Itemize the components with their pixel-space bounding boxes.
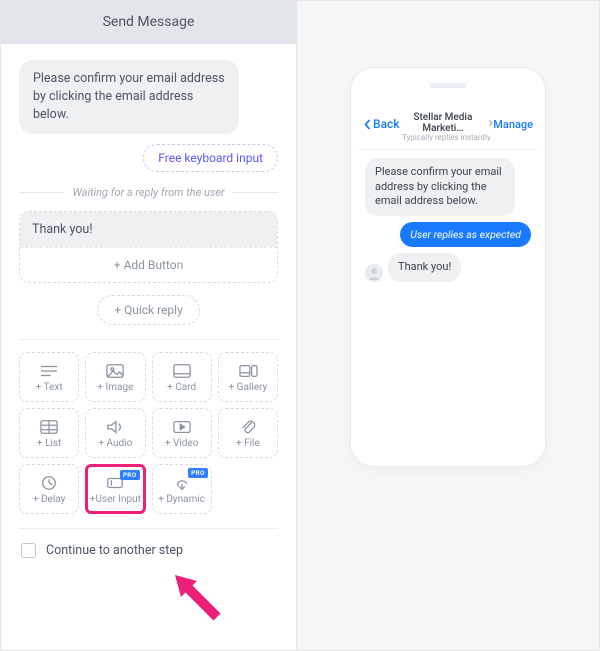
phone-screen: Back Stellar Media Marketi… Typically re… (357, 102, 539, 460)
block-user-input[interactable]: PRO +User Input (85, 464, 145, 514)
avatar-icon (367, 266, 381, 280)
delay-icon (38, 474, 60, 492)
video-icon (171, 418, 193, 436)
block-dynamic[interactable]: PRO + Dynamic (152, 464, 212, 514)
add-button[interactable]: + Add Button (20, 247, 277, 282)
gallery-icon (237, 362, 259, 380)
block-list[interactable]: + List (19, 408, 79, 458)
manage-button[interactable]: Manage (493, 118, 533, 131)
block-audio[interactable]: + Audio (85, 408, 145, 458)
block-file[interactable]: + File (218, 408, 278, 458)
quick-reply-button[interactable]: + Quick reply (97, 295, 200, 325)
message-bubble-2[interactable]: Thank you! (20, 212, 277, 247)
audio-icon (104, 418, 126, 436)
block-gallery[interactable]: + Gallery (218, 352, 278, 402)
back-button[interactable]: Back (363, 117, 400, 131)
phone-frame: Back Stellar Media Marketi… Typically re… (350, 67, 546, 467)
pro-badge: PRO (188, 468, 208, 478)
panel-title: Send Message (1, 1, 296, 44)
free-keyboard-input-pill[interactable]: Free keyboard input (143, 144, 278, 172)
card-icon (171, 362, 193, 380)
continue-checkbox[interactable] (21, 543, 36, 558)
continue-label: Continue to another step (46, 543, 183, 558)
block-grid: + Text + Image + Card + Gallery + L (19, 339, 278, 514)
block-video[interactable]: + Video (152, 408, 212, 458)
preview-area: Back Stellar Media Marketi… Typically re… (297, 1, 599, 650)
preview-message-in-2: Thank you! (388, 253, 461, 282)
chat-title[interactable]: Stellar Media Marketi… (400, 112, 494, 134)
waiting-text: Waiting for a reply from the user (72, 186, 224, 199)
avatar (365, 264, 383, 282)
block-delay[interactable]: + Delay (19, 464, 79, 514)
pro-badge: PRO (120, 470, 140, 480)
chat-subtitle: Typically replies instantly (400, 134, 494, 143)
chat-body: Please confirm your email address by cli… (357, 150, 539, 290)
image-icon (104, 362, 126, 380)
chat-header: Back Stellar Media Marketi… Typically re… (357, 102, 539, 150)
list-icon (38, 418, 60, 436)
builder-panel: Send Message Please confirm your email a… (1, 1, 297, 650)
preview-message-out-1: User replies as expected (400, 222, 531, 247)
block-image[interactable]: + Image (85, 352, 145, 402)
text-icon (38, 362, 60, 380)
message-bubble-1[interactable]: Please confirm your email address by cli… (19, 60, 239, 134)
preview-message-in-1: Please confirm your email address by cli… (365, 158, 515, 217)
waiting-divider: Waiting for a reply from the user (19, 186, 278, 199)
chevron-left-icon (363, 118, 372, 131)
continue-row: Continue to another step (19, 528, 278, 572)
block-card[interactable]: + Card (152, 352, 212, 402)
message-card-2: Thank you! + Add Button (19, 211, 278, 283)
file-icon (237, 418, 259, 436)
block-text[interactable]: + Text (19, 352, 79, 402)
